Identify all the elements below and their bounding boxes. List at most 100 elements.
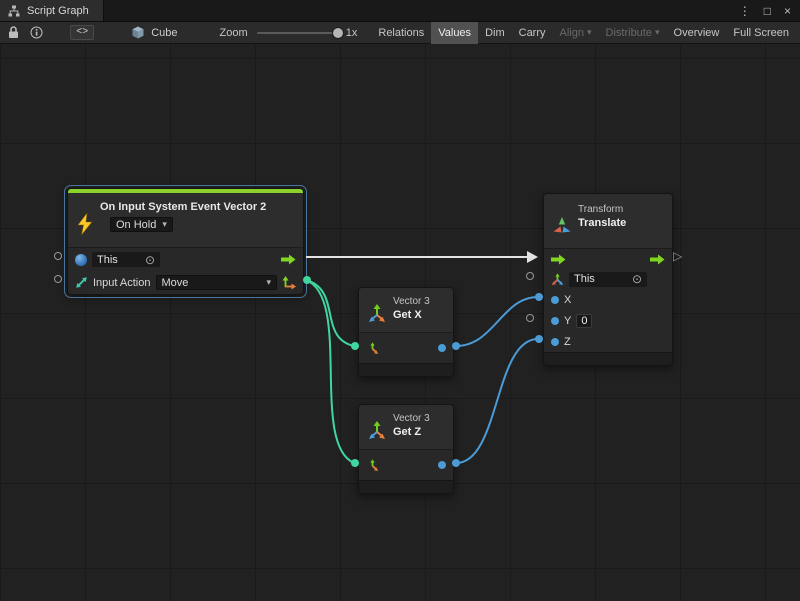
unity-script-graph-window: Script Graph ⋮ □ × <> <box>0 0 800 601</box>
getz-port-row <box>359 449 453 480</box>
graph-toolbar: <> Cube Zoom 1x Relations Values Dim Car… <box>0 22 800 44</box>
tab-script-graph[interactable]: Script Graph <box>0 0 104 21</box>
axis-gizmo-icon <box>551 273 564 286</box>
flow-input-arrow-icon[interactable] <box>551 254 566 265</box>
node-on-input-system-event-vector2[interactable]: On Input System Event Vector 2 On Hold ▾… <box>67 188 304 295</box>
event-this-label: This <box>97 254 118 266</box>
z-output-port[interactable] <box>438 461 446 469</box>
vector3-input-port-icon[interactable] <box>366 342 379 355</box>
zoom-slider-track[interactable] <box>257 32 340 34</box>
translate-node-footer <box>544 352 672 365</box>
chevron-down-icon: ▾ <box>655 27 660 38</box>
getx-node-header: Vector 3 Get X <box>359 288 453 332</box>
getx-port-row <box>359 332 453 363</box>
event-mode-dropdown[interactable]: On Hold ▾ <box>110 217 173 232</box>
values-button[interactable]: Values <box>431 22 478 44</box>
input-action-dropdown[interactable]: Move ▾ <box>156 275 278 290</box>
y-port-label: Y <box>564 315 571 327</box>
getz-node-footer <box>359 480 453 493</box>
graph-canvas[interactable]: ▷ On Input System Event Vector 2 On Hold… <box>0 44 800 601</box>
translate-z-row: Z <box>544 331 672 352</box>
port-translate-this-input[interactable] <box>526 272 534 280</box>
input-action-icon <box>75 276 88 289</box>
target-gameobject[interactable]: Cube <box>130 25 177 41</box>
wire-vector2-to-getz <box>306 280 354 463</box>
translate-flow-row <box>544 249 672 269</box>
x-port-label: X <box>564 294 571 306</box>
node-type: Vector 3 <box>393 413 430 425</box>
dim-button[interactable]: Dim <box>478 22 512 44</box>
full-screen-button[interactable]: Full Screen <box>726 22 796 44</box>
zoom-label: Zoom <box>220 27 248 39</box>
y-value-field[interactable]: 0 <box>576 314 592 328</box>
align-button[interactable]: Align ▾ <box>553 22 599 44</box>
input-action-label: Input Action <box>93 277 151 289</box>
chevron-down-icon: ▾ <box>587 27 592 38</box>
window-controls: ⋮ □ × <box>739 0 800 21</box>
node-title: On Input System Event Vector 2 <box>100 201 266 213</box>
relations-button[interactable]: Relations <box>371 22 431 44</box>
flow-output-arrow-icon[interactable] <box>650 254 665 265</box>
chevron-down-icon: ▾ <box>266 277 271 288</box>
lightning-bolt-icon <box>76 201 94 247</box>
vector3-input-port-icon[interactable] <box>366 459 379 472</box>
tab-label: Script Graph <box>27 5 89 17</box>
node-type: Vector 3 <box>393 296 430 308</box>
zoom-slider-knob[interactable] <box>333 28 343 38</box>
wire-vector2-to-getx <box>306 280 354 346</box>
translate-y-row: Y 0 <box>544 310 672 331</box>
event-mode-value: On Hold <box>116 219 156 231</box>
distribute-button[interactable]: Distribute ▾ <box>599 22 667 44</box>
target-gameobject-label: Cube <box>151 27 177 39</box>
event-this-row: This ⊙ <box>68 248 303 271</box>
transform-icon <box>552 204 572 248</box>
cube-icon <box>130 25 146 41</box>
object-picker-icon[interactable]: ⊙ <box>145 254 155 266</box>
lock-icon[interactable] <box>6 25 21 41</box>
distribute-label: Distribute <box>606 27 652 39</box>
y-input-port[interactable] <box>551 317 559 325</box>
node-name: Translate <box>578 216 626 230</box>
code-view-button[interactable]: <> <box>70 25 94 40</box>
node-name: Get Z <box>393 425 430 439</box>
event-this-field[interactable]: This ⊙ <box>92 252 160 267</box>
z-input-port[interactable] <box>551 338 559 346</box>
node-type: Transform <box>578 204 626 216</box>
flow-output-arrow-icon[interactable] <box>281 254 296 265</box>
align-label: Align <box>560 27 584 39</box>
window-maximize-icon[interactable]: □ <box>764 5 771 17</box>
translate-this-row: This ⊙ <box>544 269 672 289</box>
titlebar: Script Graph ⋮ □ × <box>0 0 800 22</box>
window-menu-icon[interactable]: ⋮ <box>739 5 751 17</box>
wire-getx-to-x <box>456 297 538 346</box>
carry-button[interactable]: Carry <box>512 22 553 44</box>
window-close-icon[interactable]: × <box>784 5 791 17</box>
port-event-this-input[interactable] <box>54 252 62 260</box>
translate-x-row: X <box>544 289 672 310</box>
x-output-port[interactable] <box>438 344 446 352</box>
wire-getz-to-z <box>456 339 538 463</box>
object-picker-icon[interactable]: ⊙ <box>632 273 642 285</box>
info-icon[interactable] <box>29 25 44 41</box>
port-translate-y-input[interactable] <box>526 314 534 322</box>
event-action-row: Input Action Move ▾ <box>68 271 303 294</box>
x-input-port[interactable] <box>551 296 559 304</box>
z-port-label: Z <box>564 336 571 348</box>
translate-this-field[interactable]: This ⊙ <box>569 272 647 287</box>
input-action-value: Move <box>162 277 189 289</box>
vector3-icon <box>367 413 387 449</box>
event-node-header: On Input System Event Vector 2 On Hold ▾ <box>68 193 303 247</box>
port-translate-flow-output[interactable]: ▷ <box>673 250 682 262</box>
zoom-slider[interactable] <box>257 27 340 39</box>
node-get-x[interactable]: Vector 3 Get X <box>358 287 454 377</box>
port-event-action-input[interactable] <box>54 275 62 283</box>
node-transform-translate[interactable]: Transform Translate <box>543 193 673 366</box>
node-get-z[interactable]: Vector 3 Get Z <box>358 404 454 494</box>
translate-this-label: This <box>574 273 595 285</box>
zoom-value: 1x <box>346 27 358 39</box>
toolbar-button-group: Relations Values Dim Carry Align ▾ Distr… <box>371 22 666 44</box>
vector2-output-port-icon[interactable] <box>282 276 296 290</box>
node-name: Get X <box>393 308 430 322</box>
overview-button[interactable]: Overview <box>667 22 727 44</box>
getz-node-header: Vector 3 Get Z <box>359 405 453 449</box>
